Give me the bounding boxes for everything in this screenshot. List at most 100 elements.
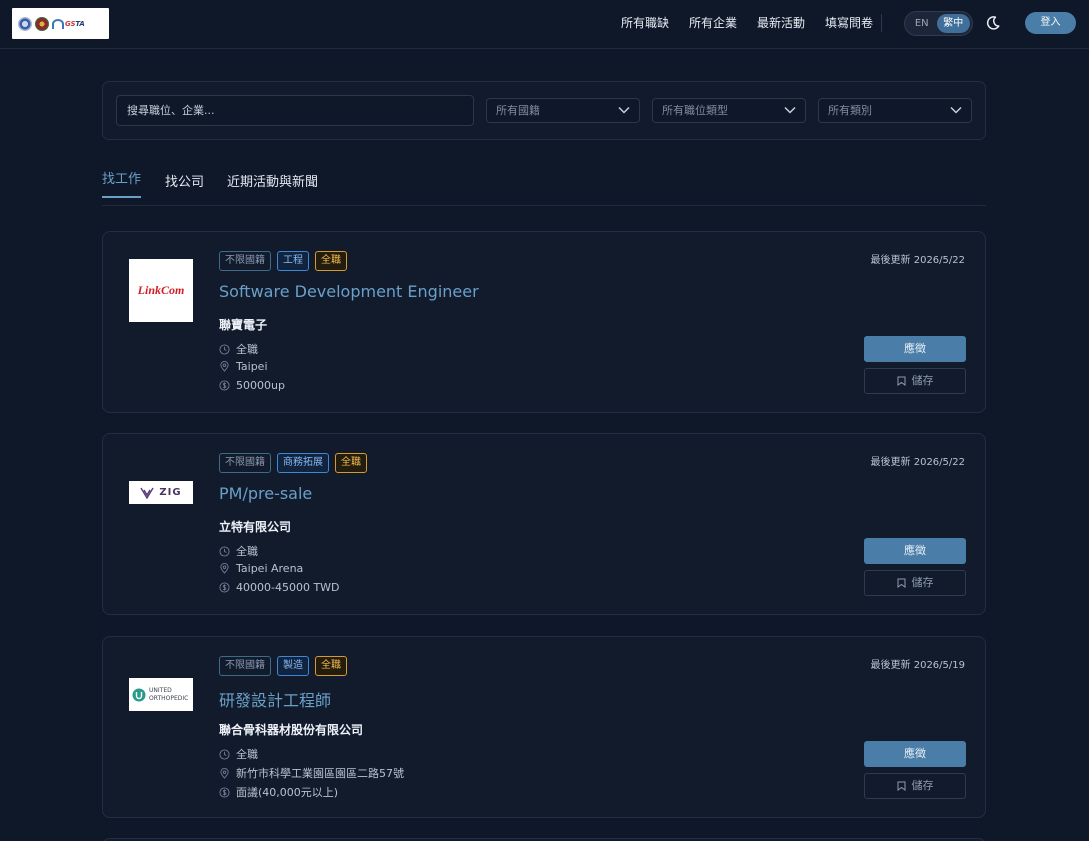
last-updated: 最後更新 2026/5/22 bbox=[870, 457, 965, 468]
job-card[interactable]: UNITED ORTHOPEDIC 不限國籍 製造 全職 研發設計工程師 聯合骨… bbox=[102, 636, 986, 818]
dollar-icon bbox=[219, 786, 230, 798]
clock-icon bbox=[219, 343, 230, 355]
nav-latest-events[interactable]: 最新活動 bbox=[757, 15, 805, 31]
lang-option-zh[interactable]: 繁中 bbox=[936, 14, 970, 33]
company-logo-text: LinkCom bbox=[137, 283, 185, 297]
last-updated: 最後更新 2026/5/22 bbox=[870, 255, 965, 266]
bookmark-icon bbox=[897, 376, 905, 386]
nav-divider bbox=[881, 14, 882, 32]
nationality-select-value: 所有國籍 bbox=[496, 104, 540, 117]
moon-icon[interactable] bbox=[985, 15, 1001, 31]
company-logo: ZIG bbox=[129, 481, 193, 504]
site-logo[interactable]: GSTA bbox=[12, 8, 109, 39]
apply-button[interactable]: 應徵 bbox=[864, 336, 966, 362]
tag-employment: 全職 bbox=[315, 251, 347, 271]
job-employment-text: 全職 bbox=[236, 748, 258, 761]
job-salary: 50000up bbox=[219, 379, 285, 392]
job-location: 新竹市科學工業園區園區二路57號 bbox=[219, 765, 404, 781]
tag-category: 製造 bbox=[277, 656, 309, 676]
nationality-select[interactable]: 所有國籍 bbox=[486, 98, 640, 123]
last-updated: 最後更新 2026/5/19 bbox=[870, 660, 965, 671]
bookmark-icon bbox=[897, 578, 905, 588]
company-name[interactable]: 立特有限公司 bbox=[219, 518, 291, 535]
content-tabs: 找工作 找公司 近期活動與新聞 bbox=[102, 165, 986, 206]
map-pin-icon bbox=[220, 563, 229, 574]
bookmark-icon bbox=[897, 781, 905, 791]
tag-nationality: 不限國籍 bbox=[219, 251, 271, 271]
company-logo: UNITED ORTHOPEDIC bbox=[129, 678, 193, 711]
tag-employment: 全職 bbox=[315, 656, 347, 676]
clock-icon bbox=[219, 545, 230, 557]
job-tags: 不限國籍 工程 全職 bbox=[219, 251, 347, 271]
tab-find-companies[interactable]: 找公司 bbox=[165, 171, 204, 198]
job-title[interactable]: Software Development Engineer bbox=[219, 282, 479, 301]
save-button[interactable]: 儲存 bbox=[864, 368, 966, 394]
category-select-value: 所有類別 bbox=[828, 104, 872, 117]
company-name[interactable]: 聯合骨科器材股份有限公司 bbox=[219, 721, 363, 738]
gsta-wave-icon bbox=[52, 18, 64, 29]
job-location-text: 新竹市科學工業園區園區二路57號 bbox=[236, 767, 404, 780]
gsta-logo: GSTA bbox=[52, 18, 85, 29]
login-button[interactable]: 登入 bbox=[1025, 12, 1076, 34]
company-logo-text: ZIG bbox=[159, 487, 182, 498]
tab-events-news[interactable]: 近期活動與新聞 bbox=[227, 171, 318, 198]
job-title[interactable]: 研發設計工程師 bbox=[219, 687, 331, 711]
gsta-logo-text-ta: TA bbox=[75, 19, 85, 28]
tag-nationality: 不限國籍 bbox=[219, 453, 271, 473]
job-title[interactable]: PM/pre-sale bbox=[219, 484, 312, 503]
job-salary-text: 50000up bbox=[236, 379, 285, 392]
save-button[interactable]: 儲存 bbox=[864, 570, 966, 596]
company-name[interactable]: 聯寶電子 bbox=[219, 316, 267, 333]
apply-button[interactable]: 應徵 bbox=[864, 538, 966, 564]
map-pin-icon bbox=[220, 767, 229, 779]
company-logo-text-1: UNITED bbox=[149, 686, 172, 694]
job-location-text: Taipei bbox=[236, 360, 268, 373]
chevron-down-icon bbox=[950, 106, 962, 114]
job-location-text: Taipei Arena bbox=[236, 562, 304, 575]
category-select[interactable]: 所有類別 bbox=[818, 98, 972, 123]
job-card[interactable]: LinkCom 不限國籍 工程 全職 Software Development … bbox=[102, 231, 986, 413]
job-salary: 40000-45000 TWD bbox=[219, 581, 340, 594]
job-location: Taipei Arena bbox=[219, 562, 303, 575]
chevron-down-icon bbox=[618, 106, 630, 114]
nav-all-jobs[interactable]: 所有職缺 bbox=[621, 15, 669, 31]
dollar-icon bbox=[219, 380, 230, 391]
job-type-select-value: 所有職位類型 bbox=[662, 104, 728, 117]
zig-logo-mark bbox=[140, 487, 155, 499]
search-input[interactable] bbox=[116, 95, 474, 126]
job-employment-text: 全職 bbox=[236, 545, 258, 558]
main-nav: 所有職缺 所有企業 最新活動 填寫問卷 bbox=[621, 15, 873, 31]
tag-category: 商務拓展 bbox=[277, 453, 329, 473]
tag-category: 工程 bbox=[277, 251, 309, 271]
tag-nationality: 不限國籍 bbox=[219, 656, 271, 676]
top-navbar: GSTA 所有職缺 所有企業 最新活動 填寫問卷 EN 繁中 登入 bbox=[0, 0, 1089, 49]
lang-option-en[interactable]: EN bbox=[907, 14, 937, 33]
apply-button[interactable]: 應徵 bbox=[864, 741, 966, 767]
map-pin-icon bbox=[220, 361, 229, 372]
job-salary: 面議(40,000元以上) bbox=[219, 784, 338, 800]
job-employment: 全職 bbox=[219, 543, 258, 559]
job-employment: 全職 bbox=[219, 341, 258, 357]
job-tags: 不限國籍 製造 全職 bbox=[219, 656, 347, 676]
job-employment: 全職 bbox=[219, 746, 258, 762]
save-button-label: 儲存 bbox=[911, 779, 934, 792]
seal-logo-2 bbox=[35, 16, 49, 31]
company-logo: LinkCom bbox=[129, 259, 193, 322]
search-filter-panel: 所有國籍 所有職位類型 所有類別 bbox=[102, 81, 986, 140]
save-button[interactable]: 儲存 bbox=[864, 773, 966, 799]
job-card[interactable]: ZIG 不限國籍 商務拓展 全職 PM/pre-sale 立特有限公司 全職 T… bbox=[102, 433, 986, 615]
nav-all-companies[interactable]: 所有企業 bbox=[689, 15, 737, 31]
job-employment-text: 全職 bbox=[236, 343, 258, 356]
nav-survey[interactable]: 填寫問卷 bbox=[825, 15, 873, 31]
job-type-select[interactable]: 所有職位類型 bbox=[652, 98, 806, 123]
tag-employment: 全職 bbox=[335, 453, 367, 473]
job-salary-text: 40000-45000 TWD bbox=[236, 581, 340, 594]
tab-find-jobs[interactable]: 找工作 bbox=[102, 168, 142, 198]
job-tags: 不限國籍 商務拓展 全職 bbox=[219, 453, 367, 473]
save-button-label: 儲存 bbox=[911, 576, 934, 589]
language-toggle[interactable]: EN 繁中 bbox=[904, 11, 973, 36]
job-salary-text: 面議(40,000元以上) bbox=[236, 786, 339, 799]
united-orthopedic-logo-mark bbox=[132, 688, 146, 701]
seal-logo-1 bbox=[18, 16, 32, 31]
gsta-logo-text-gs: GS bbox=[65, 19, 76, 28]
